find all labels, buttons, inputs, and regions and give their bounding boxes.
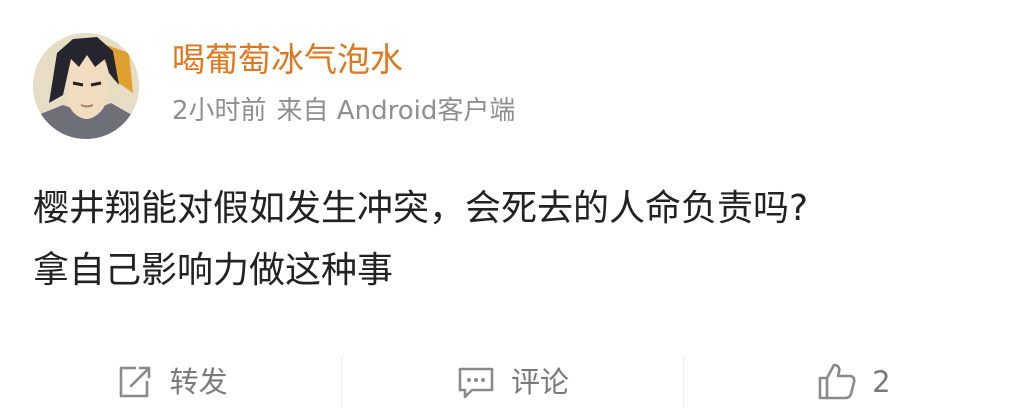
- comment-label: 评论: [510, 364, 569, 399]
- avatar-image: [33, 33, 139, 139]
- avatar[interactable]: [33, 33, 139, 139]
- post-meta: 2小时前 来自 Android客户端: [172, 94, 515, 128]
- comment-button[interactable]: 评论: [341, 346, 682, 417]
- post-content-line: 拿自己影响力做这种事: [33, 250, 394, 291]
- thumbs-up-icon: [818, 363, 856, 399]
- like-button[interactable]: 2: [682, 346, 1024, 417]
- post-time: 2小时前: [172, 96, 267, 126]
- author-name[interactable]: 喝葡萄冰气泡水: [172, 40, 403, 80]
- post-content-line: 樱井翔能对假如发生冲突，会死去的人命负责吗?: [33, 188, 809, 229]
- repost-label: 转发: [169, 364, 228, 399]
- action-bar: 转发 评论 2: [0, 346, 1024, 417]
- like-count: 2: [872, 364, 891, 399]
- post-content: 樱井翔能对假如发生冲突，会死去的人命负责吗? 拿自己影响力做这种事: [33, 178, 1003, 302]
- repost-button[interactable]: 转发: [0, 346, 341, 417]
- comment-bubble-icon: [458, 367, 494, 398]
- weibo-post: 喝葡萄冰气泡水 2小时前 来自 Android客户端 樱井翔能对假如发生冲突，会死…: [0, 0, 1024, 417]
- edit-share-icon: [119, 366, 150, 397]
- post-source: 来自 Android客户端: [276, 96, 516, 126]
